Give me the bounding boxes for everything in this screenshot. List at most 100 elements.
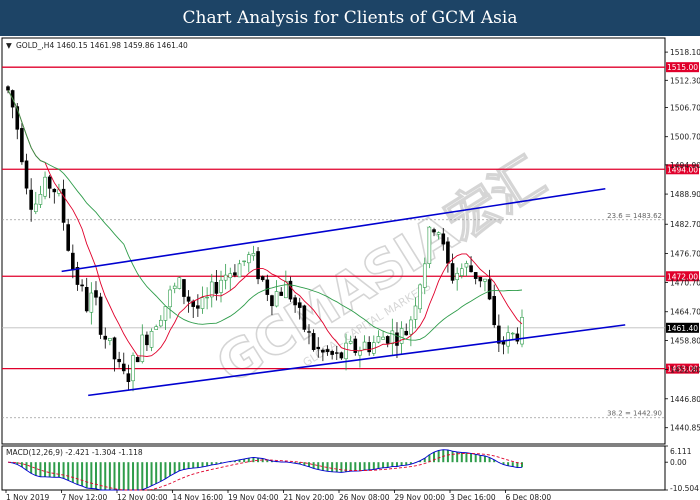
y-tick-label: 1470.70 xyxy=(670,279,700,288)
candle-body xyxy=(84,287,89,312)
candle-body xyxy=(265,279,270,295)
candle-body xyxy=(464,263,469,268)
candle-body xyxy=(33,203,38,212)
candle-body xyxy=(302,305,307,330)
candle-body xyxy=(422,263,427,288)
candle-body xyxy=(288,280,293,300)
candle-body xyxy=(487,279,492,300)
candle-body xyxy=(108,337,112,341)
x-tick-label: 19 Nov 04:00 xyxy=(228,493,279,500)
candle-body xyxy=(515,333,520,342)
x-tick-label: 26 Nov 08:00 xyxy=(339,493,390,500)
candle-body xyxy=(172,285,177,289)
fibo-label: 38.2 = 1442.90 xyxy=(607,410,662,418)
y-tick-label: 1494.90 xyxy=(670,161,700,170)
candle-body xyxy=(339,352,344,359)
candle-body xyxy=(395,332,399,346)
y-tick-label: 1446.80 xyxy=(670,395,700,404)
candle-body xyxy=(293,297,297,306)
candle-body xyxy=(330,351,334,355)
candle xyxy=(135,356,140,363)
candle-body xyxy=(140,334,145,362)
candle-body xyxy=(43,176,47,197)
candle-body xyxy=(307,331,311,333)
candle-body xyxy=(112,337,117,360)
candle-body xyxy=(367,342,371,353)
y-tick-label: 1452.80 xyxy=(670,366,700,375)
candle-body xyxy=(270,295,274,307)
candle-body xyxy=(205,296,209,299)
candle-body xyxy=(436,232,441,235)
candle-body xyxy=(284,281,288,299)
x-tick-label: 29 Nov 00:00 xyxy=(395,493,446,500)
candle xyxy=(353,335,358,356)
candle-body xyxy=(334,352,339,354)
candle-body xyxy=(362,341,367,350)
candle xyxy=(256,247,260,285)
candle-body xyxy=(409,319,413,335)
candle-body xyxy=(159,319,163,327)
banner-title: Chart Analysis for Clients of GCM Asia xyxy=(182,8,518,28)
candle-body xyxy=(196,305,200,309)
candle-body xyxy=(52,188,57,193)
candle-body xyxy=(469,265,473,273)
candle-body xyxy=(89,292,94,313)
candle-body xyxy=(163,306,168,321)
header-symbol-line: GOLD_,H4 1460.15 1461.98 1459.86 1461.40 xyxy=(16,41,188,50)
candle-body xyxy=(214,282,219,294)
current-price-tag-label: 1461.40 xyxy=(667,324,698,333)
x-tick-label: 12 Nov 00:00 xyxy=(117,493,168,500)
candle-body xyxy=(6,86,10,91)
level-tag: 1515.00 xyxy=(666,62,699,73)
candle-body xyxy=(80,284,84,287)
header-arrow: ▼ xyxy=(6,41,12,50)
candle-body xyxy=(237,263,242,278)
candle-body xyxy=(404,330,409,336)
macd-y-tick-label: 0.00 xyxy=(670,458,687,467)
macd-label: MACD(12,26,9) -2.421 -1.304 -1.118 xyxy=(6,448,143,457)
x-tick-label: 21 Nov 20:00 xyxy=(284,493,335,500)
candle-body xyxy=(71,252,75,271)
candle xyxy=(177,276,182,290)
candle-body xyxy=(256,251,260,280)
candle-body xyxy=(520,317,524,345)
candle-body xyxy=(413,305,418,320)
x-tick-label: 6 Dec 08:00 xyxy=(506,493,552,500)
candle-body xyxy=(297,302,302,308)
candle-body xyxy=(325,349,330,352)
x-tick-label: 1 Nov 2019 xyxy=(6,493,49,500)
candle-body xyxy=(168,289,172,308)
x-tick-label: 7 Nov 12:00 xyxy=(62,493,108,500)
candle-body xyxy=(455,272,459,281)
candle-body xyxy=(20,128,24,163)
candle-body xyxy=(473,272,478,279)
x-tick-label: 3 Dec 16:00 xyxy=(450,493,496,500)
candle-body xyxy=(427,226,432,264)
candle xyxy=(20,122,24,165)
candle-body xyxy=(279,291,284,296)
candle-body xyxy=(182,279,186,297)
y-tick-label: 1476.70 xyxy=(670,249,700,258)
candle-body xyxy=(228,273,233,279)
candle-body xyxy=(47,176,52,189)
candle-body xyxy=(450,263,455,281)
candle-body xyxy=(418,284,422,310)
y-tick-label: 1440.85 xyxy=(670,424,700,433)
candle-body xyxy=(441,233,446,245)
y-tick-label: 1518.10 xyxy=(670,48,700,57)
candle-body xyxy=(29,189,33,210)
level-tag-label: 1515.00 xyxy=(667,63,698,72)
chart-canvas: GCMASIA宏汇 GLOBAL CAPITAL MARKETS 1515.00… xyxy=(1,37,700,500)
candle xyxy=(302,304,307,333)
y-tick-label: 1488.90 xyxy=(670,190,700,199)
price-panel xyxy=(1,37,666,445)
candle-body xyxy=(177,277,182,289)
candle-body xyxy=(117,358,121,363)
macd-y-tick-label: 6.111 xyxy=(670,447,692,456)
candle-body xyxy=(66,224,70,251)
x-tick-label: 14 Nov 16:00 xyxy=(173,493,224,500)
y-tick-label: 1500.70 xyxy=(670,133,700,142)
candle-body xyxy=(390,330,395,345)
candle-body xyxy=(154,326,158,330)
candle-body xyxy=(94,290,98,298)
